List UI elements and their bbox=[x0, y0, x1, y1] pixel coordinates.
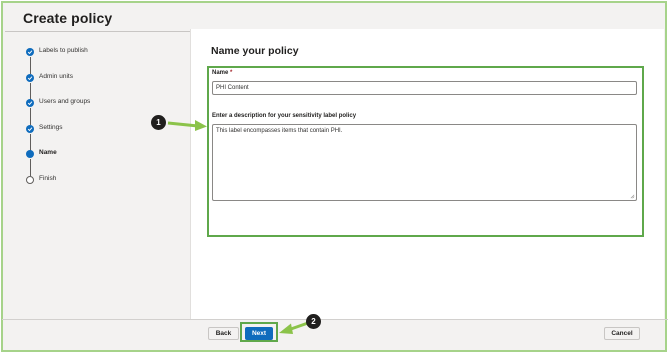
checkmark-icon bbox=[26, 99, 34, 108]
step-label: Finish bbox=[39, 174, 57, 182]
next-button-highlight: Next bbox=[240, 322, 278, 342]
empty-circle-icon bbox=[26, 175, 34, 184]
filled-circle-icon bbox=[26, 150, 34, 159]
form-highlight-box: Name * PHI Content Enter a description f… bbox=[207, 66, 644, 237]
checkmark-icon bbox=[26, 73, 34, 82]
checkmark-icon bbox=[26, 124, 34, 133]
step-label: Name bbox=[39, 149, 57, 157]
callout-badge-1: 1 bbox=[151, 115, 166, 130]
back-button[interactable]: Back bbox=[208, 327, 239, 340]
callout-badge-2: 2 bbox=[306, 314, 321, 329]
next-button[interactable]: Next bbox=[245, 327, 273, 340]
description-textarea[interactable]: This label encompasses items that contai… bbox=[212, 124, 637, 201]
step-finish[interactable]: Finish bbox=[23, 171, 183, 197]
name-field-label: Name * bbox=[212, 70, 232, 76]
checkmark-icon bbox=[26, 48, 34, 56]
step-labels-to-publish[interactable]: Labels to publish bbox=[23, 43, 183, 74]
step-label: Users and groups bbox=[39, 98, 91, 106]
step-label: Labels to publish bbox=[39, 47, 88, 54]
callout-arrow-1 bbox=[167, 120, 207, 131]
name-label-text: Name bbox=[212, 70, 229, 76]
page-title: Create policy bbox=[23, 10, 113, 26]
description-field-label: Enter a description for your sensitivity… bbox=[212, 113, 357, 119]
footer-divider bbox=[2, 319, 668, 320]
step-label: Admin units bbox=[39, 72, 73, 80]
cancel-button[interactable]: Cancel bbox=[604, 327, 640, 340]
description-text: This label encompasses items that contai… bbox=[216, 128, 343, 134]
step-name[interactable]: Name bbox=[23, 145, 183, 177]
step-label: Settings bbox=[39, 123, 63, 131]
required-marker: * bbox=[230, 70, 233, 76]
section-heading: Name your policy bbox=[211, 45, 299, 57]
resize-grip-icon[interactable] bbox=[630, 194, 635, 199]
name-input[interactable]: PHI Content bbox=[212, 81, 637, 95]
step-admin-units[interactable]: Admin units bbox=[23, 69, 183, 100]
main-panel: Name your policy Name * PHI Content Ente… bbox=[190, 29, 664, 319]
